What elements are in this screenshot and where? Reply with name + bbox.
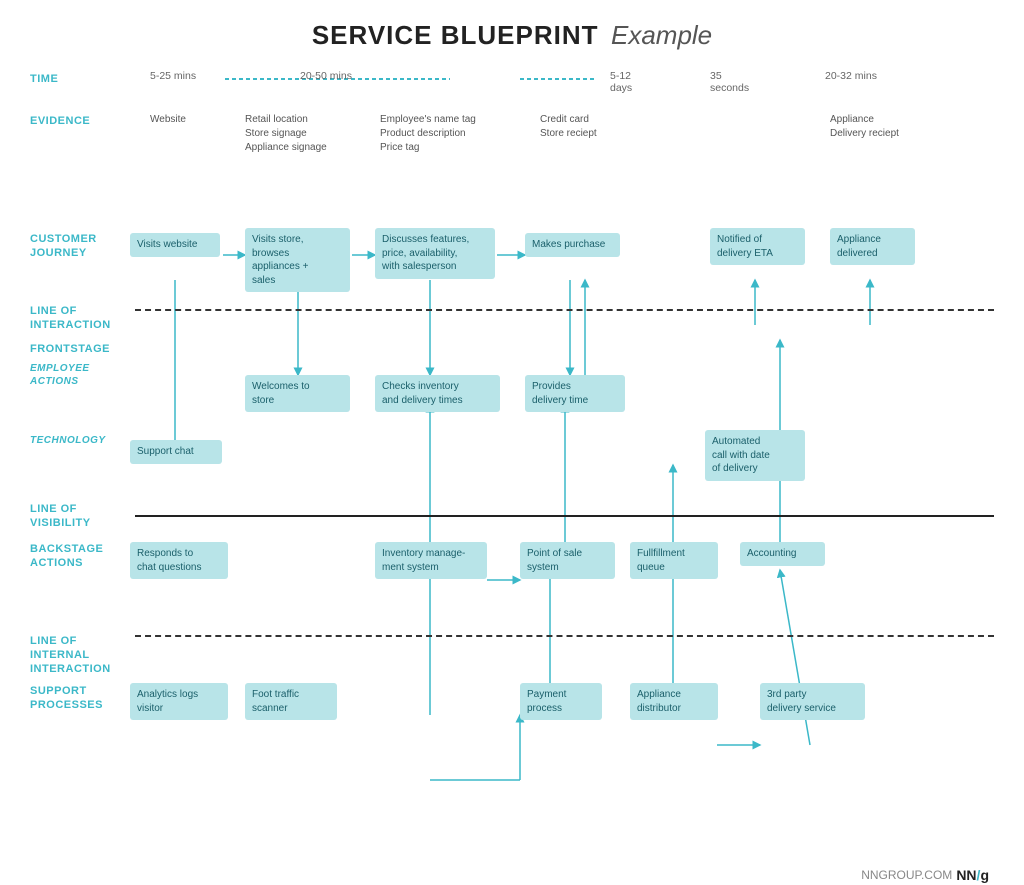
- tech-box-1: Automatedcall with dateof delivery: [705, 430, 805, 481]
- cj-box-0: Visits website: [130, 233, 220, 257]
- label-support-processes: SUPPORTPROCESSES: [30, 685, 130, 713]
- bs-box-0: Responds tochat questions: [130, 542, 228, 579]
- fs-box-2: Providesdelivery time: [525, 375, 625, 412]
- cj-box-4: Notified ofdelivery ETA: [710, 228, 805, 265]
- label-line-visibility: LINE OFVISIBILITY: [30, 503, 130, 531]
- line-interaction: [135, 309, 994, 311]
- title-italic: Example: [611, 20, 712, 50]
- cj-box-5: Appliancedelivered: [830, 228, 915, 265]
- evidence-2: Employee's name tagProduct descriptionPr…: [380, 113, 476, 155]
- tech-box-0: Support chat: [130, 440, 222, 464]
- sp-box-3: Appliancedistributor: [630, 683, 718, 720]
- sp-box-1: Foot trafficscanner: [245, 683, 337, 720]
- evidence-1: Retail locationStore signageAppliance si…: [245, 113, 327, 155]
- bs-box-3: Fullfillmentqueue: [630, 542, 718, 579]
- bs-box-4: Accounting: [740, 542, 825, 566]
- arrows-svg: [30, 65, 994, 885]
- label-line-interaction: LINE OFINTERACTION: [30, 305, 130, 333]
- fs-box-0: Welcomes tostore: [245, 375, 350, 412]
- cj-box-2: Discusses features,price, availability,w…: [375, 228, 495, 279]
- time-entry-0: 5-25 mins: [150, 70, 196, 82]
- diagram-wrapper: TIME EVIDENCE CUSTOMERJOURNEY LINE OFINT…: [30, 65, 994, 885]
- line-internal-interaction: [135, 635, 994, 637]
- fs-box-1: Checks inventoryand delivery times: [375, 375, 500, 412]
- label-backstage-actions: BACKSTAGEACTIONS: [30, 543, 130, 571]
- title-bold: SERVICE BLUEPRINT: [312, 20, 599, 50]
- bs-box-2: Point of salesystem: [520, 542, 615, 579]
- footer-g: g: [980, 867, 989, 883]
- sp-box-4: 3rd partydelivery service: [760, 683, 865, 720]
- time-entry-3: 35seconds: [710, 70, 749, 94]
- sp-box-0: Analytics logsvisitor: [130, 683, 228, 720]
- footer-brand: NN: [956, 867, 976, 883]
- label-time: TIME: [30, 73, 130, 87]
- title-area: SERVICE BLUEPRINT Example: [30, 20, 994, 51]
- evidence-3: Credit cardStore reciept: [540, 113, 597, 141]
- footer: NNGROUP.COM NN/g: [861, 867, 989, 883]
- time-entry-1: 20-50 mins: [300, 70, 352, 82]
- time-entry-4: 20-32 mins: [825, 70, 877, 82]
- footer-site: NNGROUP.COM: [861, 868, 952, 882]
- evidence-0: Website: [150, 113, 186, 127]
- label-technology: TECHNOLOGY: [30, 435, 130, 448]
- label-employee-actions: EMPLOYEEACTIONS: [30, 363, 130, 388]
- label-frontstage: FRONTSTAGE: [30, 343, 130, 357]
- cj-box-1: Visits store,browsesappliances +sales: [245, 228, 350, 292]
- label-evidence: EVIDENCE: [30, 115, 130, 129]
- label-line-internal: LINE OFINTERNALINTERACTION: [30, 635, 130, 676]
- time-entry-2: 5-12days: [610, 70, 632, 94]
- page: SERVICE BLUEPRINT Example: [0, 0, 1024, 879]
- line-visibility: [135, 515, 994, 517]
- label-customer-journey: CUSTOMERJOURNEY: [30, 233, 130, 261]
- evidence-4: ApplianceDelivery reciept: [830, 113, 899, 141]
- bs-box-1: Inventory manage-ment system: [375, 542, 487, 579]
- cj-box-3: Makes purchase: [525, 233, 620, 257]
- sp-box-2: Paymentprocess: [520, 683, 602, 720]
